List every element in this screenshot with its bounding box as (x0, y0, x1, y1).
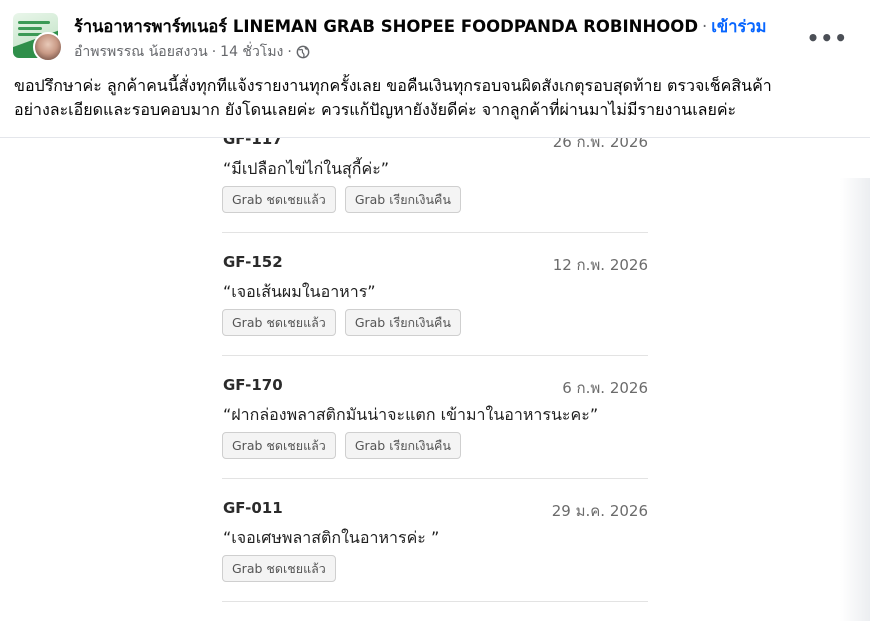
group-name-link[interactable]: ร้านอาหารพาร์ทเนอร์ LINEMAN GRAB SHOPEE … (74, 17, 698, 36)
post-text-line-1: ขอปรึกษาค่ะ ลูกค้าคนนี้สั่งทุกทีแจ้งรายง… (14, 76, 772, 95)
status-badge: Grab ชดเชยแล้ว (222, 432, 336, 459)
title-separator: · (702, 17, 708, 36)
report-date: 12 ก.พ. 2026 (552, 256, 648, 274)
report-quote: “เจอเส้นผมในอาหาร” (223, 282, 376, 301)
divider (222, 601, 648, 602)
attached-screenshot[interactable]: GF-117 26 ก.พ. 2026 “มีเปลือกไข่ไก่ในสุก… (0, 137, 870, 621)
report-date: 26 ก.พ. 2026 (552, 137, 648, 151)
post-timestamp[interactable]: 14 ชั่วโมง (220, 41, 283, 63)
divider (222, 478, 648, 479)
status-chips: Grab ชดเชยแล้ว Grab เรียกเงินคืน (222, 186, 461, 213)
status-badge: Grab ชดเชยแล้ว (222, 186, 336, 213)
report-code: GF-117 (223, 137, 283, 148)
report-code: GF-170 (223, 376, 283, 394)
post-body-text: ขอปรึกษาค่ะ ลูกค้าคนนี้สั่งทุกทีแจ้งรายง… (14, 74, 864, 122)
report-quote: “ฝากล่องพลาสติกมันน่าจะแตก เข้ามาในอาหาร… (223, 405, 599, 424)
post-meta: อำพรพรรณ น้อยสงวน · 14 ชั่วโมง · (74, 41, 310, 63)
post-title-line: ร้านอาหารพาร์ทเนอร์ LINEMAN GRAB SHOPEE … (74, 14, 766, 40)
post-text-line-2: อย่างละเอียดและรอบคอบมาก ยังโดนเลยค่ะ คว… (14, 100, 737, 119)
report-code: GF-152 (223, 253, 283, 271)
avatar[interactable] (33, 32, 63, 62)
status-badge: Grab ชดเชยแล้ว (222, 309, 336, 336)
status-badge: Grab เรียกเงินคืน (344, 186, 461, 213)
status-chips: Grab ชดเชยแล้ว (222, 555, 336, 582)
status-chips: Grab ชดเชยแล้ว Grab เรียกเงินคืน (222, 309, 461, 336)
author-name[interactable]: อำพรพรรณ น้อยสงวน (74, 41, 208, 63)
meta-separator: · (211, 44, 217, 60)
image-edge-shade (840, 178, 870, 621)
report-code: GF-011 (223, 499, 283, 517)
status-badge: Grab ชดเชยแล้ว (222, 555, 336, 582)
report-card: GF-117 26 ก.พ. 2026 “มีเปลือกไข่ไก่ในสุก… (222, 137, 648, 220)
status-badge: Grab เรียกเงินคืน (344, 432, 461, 459)
globe-icon[interactable] (296, 45, 310, 59)
report-card: GF-152 12 ก.พ. 2026 “เจอเส้นผมในอาหาร” G… (222, 253, 648, 343)
status-badge: Grab เรียกเงินคืน (344, 309, 461, 336)
report-card: GF-170 6 ก.พ. 2026 “ฝากล่องพลาสติกมันน่า… (222, 376, 648, 466)
join-group-link[interactable]: เข้าร่วม (711, 17, 766, 36)
report-card: GF-011 29 ม.ค. 2026 “เจอเศษพลาสติกในอาหา… (222, 499, 648, 589)
report-quote: “เจอเศษพลาสติกในอาหารค่ะ ” (223, 528, 440, 547)
status-chips: Grab ชดเชยแล้ว Grab เรียกเงินคืน (222, 432, 461, 459)
report-quote: “มีเปลือกไข่ไก่ในสุกี้ค่ะ” (223, 159, 390, 178)
divider (222, 232, 648, 233)
meta-separator: · (287, 44, 292, 60)
report-date: 29 ม.ค. 2026 (551, 502, 648, 520)
divider (222, 355, 648, 356)
more-options-icon[interactable]: ••• (807, 26, 848, 50)
report-date: 6 ก.พ. 2026 (562, 379, 648, 397)
post-header: ร้านอาหารพาร์ทเนอร์ LINEMAN GRAB SHOPEE … (0, 0, 870, 70)
